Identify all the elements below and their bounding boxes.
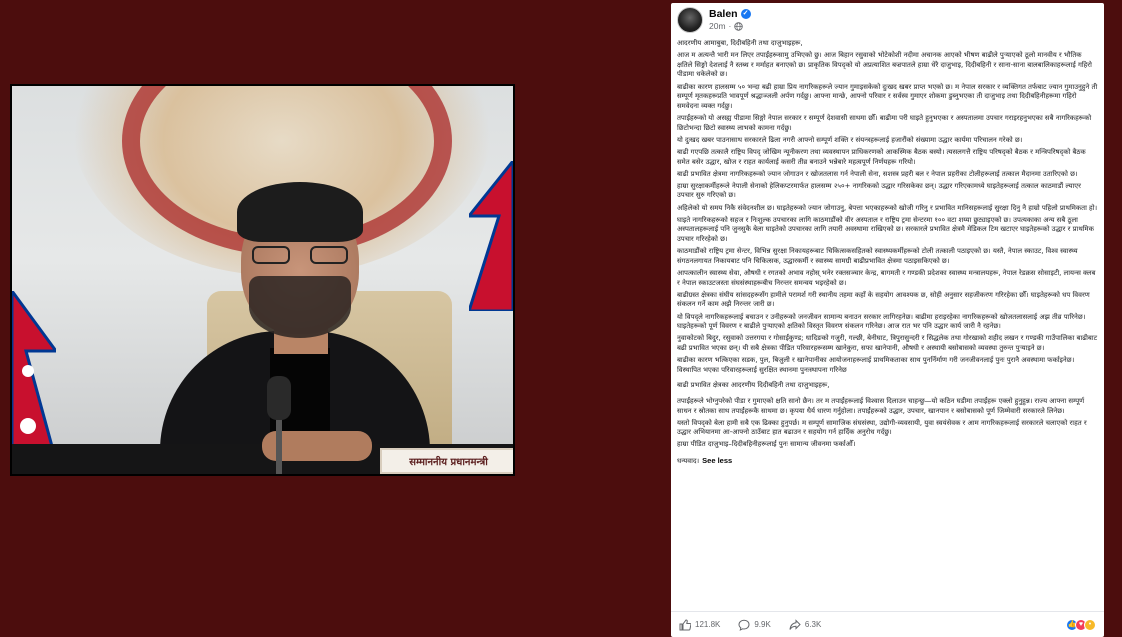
post-header: Balen ✓ 20m · (671, 3, 1104, 37)
paragraph: बाढी प्रभावित क्षेत्रमा नागरिकहरूको ज्या… (677, 169, 1078, 178)
paragraph: बाढी प्रभावित क्षेत्रका आदरणीय दिदीबहिनी… (677, 381, 830, 390)
person-beard (249, 276, 351, 338)
name-plate: सम्माननीय प्रधानमन्त्री (380, 448, 513, 474)
facebook-post: Balen ✓ 20m · आदरणीय आमाबुबा, दिदीबहिनी … (671, 3, 1104, 637)
paragraph: यो विपद्ले नागरिकहरूलाई बचाउन र उनीहरूको… (677, 312, 1086, 331)
paragraph: आपत्कालीन स्वास्थ्य सेवा, औषधी र रगतको अ… (677, 269, 1096, 287)
globe-icon (734, 21, 744, 31)
paragraph: अहिलेको यो समय निकै संवेदनशील छ। घाइतेहर… (677, 203, 1098, 212)
reactions-summary[interactable]: 👍 ♥ • (1066, 618, 1096, 631)
paragraph: नुवाकोटको बिदुर, रसुवाको उत्तरगया र गोसा… (677, 334, 1098, 352)
person-hair (237, 182, 363, 242)
paragraph: आज म अत्यन्तै भारी मन लिएर तपाईंहरूसामु … (677, 51, 1092, 79)
share-arrow-icon (789, 618, 801, 630)
paragraph: आदरणीय आमाबुबा, दिदीबहिनी तथा दाजुभाइहरू… (677, 39, 803, 47)
share-button[interactable]: 6.3K (789, 618, 822, 631)
paragraph: हाम्रा पीडित दाजुभाइ–दिदीबहिनीहरूलाई पुन… (677, 440, 856, 449)
paragraph: बाढीका कारण हालसम्म ५० भन्दा बढी हाम्रा … (677, 82, 1098, 110)
like-button[interactable]: 121.8K (679, 618, 721, 631)
paragraph: तपाईंहरूको यो असह्य पीडामा सिङ्गो नेपाल … (677, 113, 1092, 132)
comment-count: 9.9K (754, 620, 771, 629)
paragraph: यो दुःखद खबर पाउनासाथ सरकारले ढिला नगरी … (677, 135, 1023, 144)
post-text: आदरणीय आमाबुबा, दिदीबहिनी तथा दाजुभाइहरू… (677, 39, 1098, 607)
see-less-link[interactable]: See less (702, 456, 732, 465)
post-time[interactable]: 20m (709, 21, 726, 31)
nepal-flag-left (12, 291, 56, 461)
nepal-flag-right (469, 161, 513, 311)
thanks-text: धन्यवाद। (677, 457, 700, 466)
separator-dot: · (728, 21, 732, 31)
press-photo[interactable]: सम्माननीय प्रधानमन्त्री (12, 86, 513, 474)
post-meta: 20m · (709, 21, 744, 31)
closing-line: धन्यवाद। See less (677, 456, 1098, 467)
share-count: 6.3K (804, 620, 822, 629)
microphone-stand (276, 416, 282, 474)
paragraph: तपाईंहरूले भोग्नुपरेको पीडा र गुमाएको क्… (677, 396, 1085, 415)
paragraph: बाढीका कारण भत्किएका सडक, पुल, बिजुली र … (677, 356, 1075, 374)
paragraph: बाढीग्रस्त क्षेत्रका संघीय सांसदहरूसँग ह… (677, 290, 1090, 309)
paragraph: यस्तो विपद्को बेला हामी सबै एक ढिक्का हु… (677, 418, 1087, 437)
glasses (252, 246, 348, 264)
microphone (267, 376, 291, 420)
sad-reaction-icon: • (1084, 618, 1096, 631)
thumbs-up-icon (679, 618, 691, 630)
comment-button[interactable]: 9.9K (738, 619, 771, 631)
photo-frame: सम्माननीय प्रधानमन्त्री (10, 84, 515, 476)
verified-badge-icon: ✓ (740, 9, 751, 19)
paragraph: बाढी गएपछि तत्कालै राष्ट्रिय विपद् जोखिम… (677, 147, 1086, 166)
paragraph: घाइते नागरिकहरूको सहज र निःशुल्क उपचारका… (677, 215, 1094, 244)
paragraph: काठमाडौंको राष्ट्रिय ट्रमा सेन्टर, विभिन… (677, 247, 1078, 265)
author-name[interactable]: Balen (709, 8, 738, 20)
comment-bubble-icon (738, 619, 750, 631)
like-count: 121.8K (695, 620, 721, 629)
paragraph: हाम्रा सुरक्षाकर्मीहरूले नेपाली सेनाको ह… (677, 181, 1081, 200)
post-footer: 121.8K 9.9K 6.3K 👍 ♥ • (671, 611, 1104, 637)
avatar[interactable] (677, 7, 703, 33)
author-name-row[interactable]: Balen ✓ (709, 8, 751, 20)
